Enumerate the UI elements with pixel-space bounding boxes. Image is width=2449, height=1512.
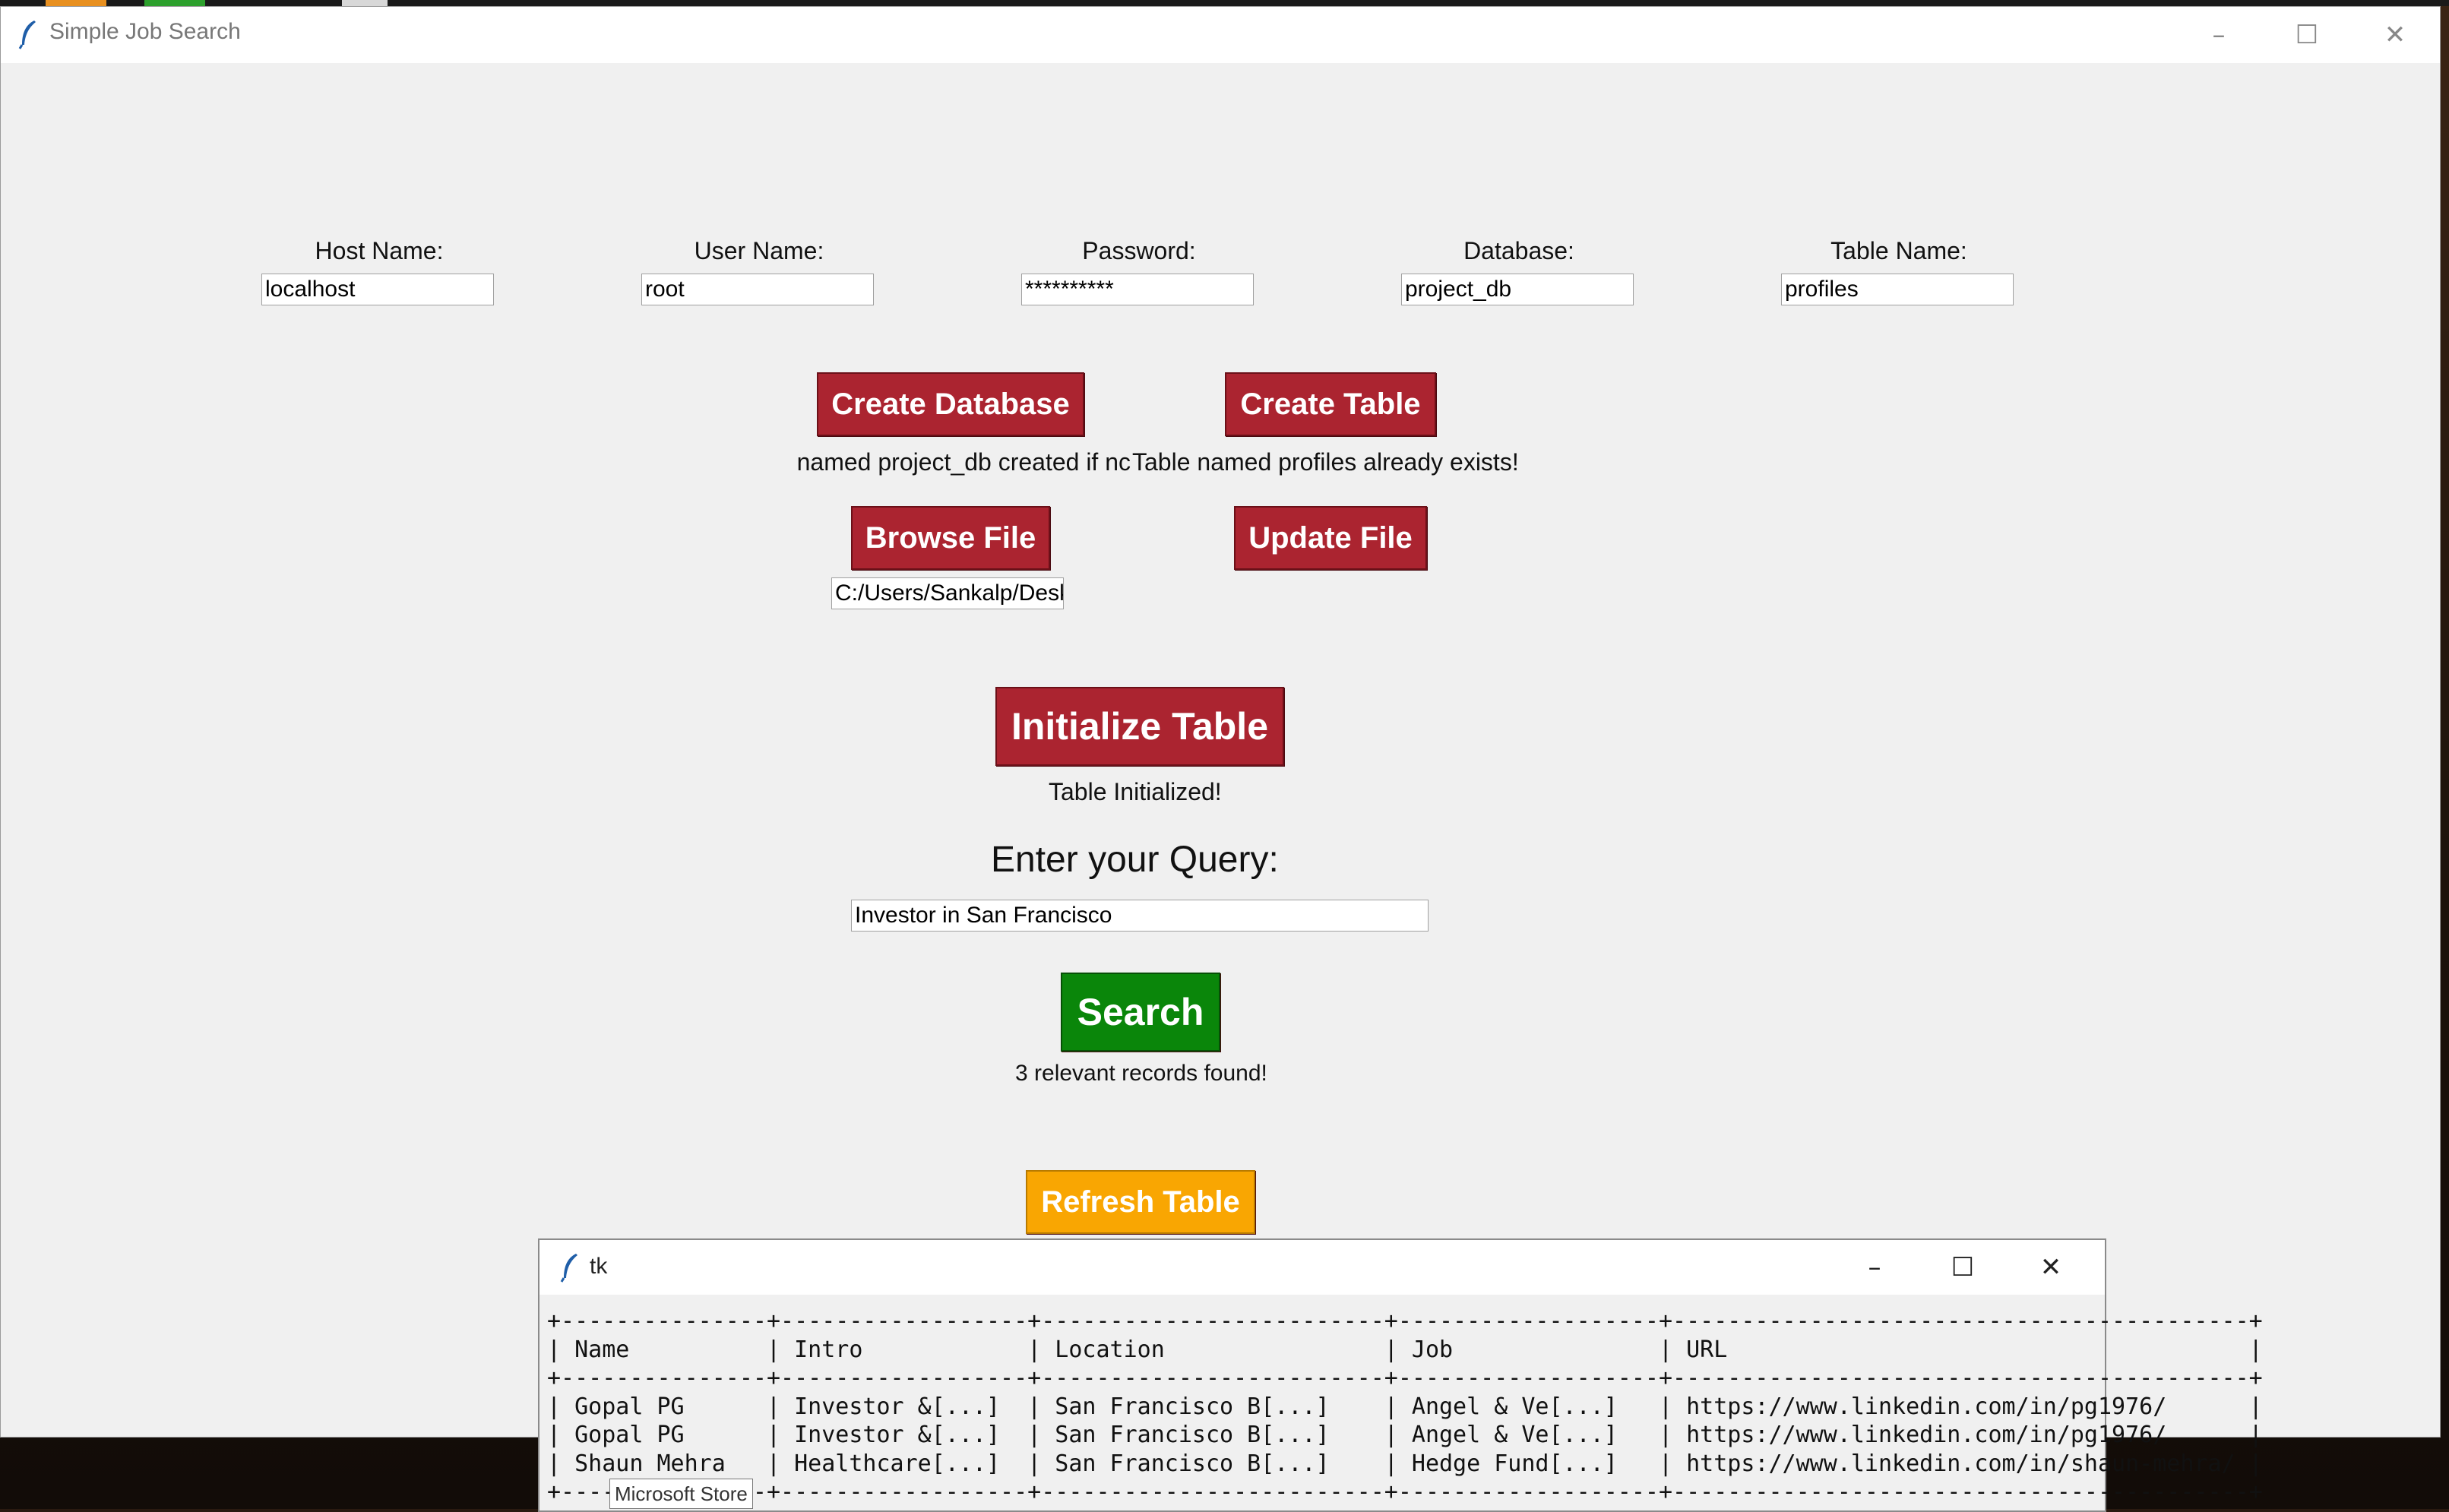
title-bar[interactable]: Simple Job Search – ☐ ✕ [1, 7, 2440, 63]
host-name-field[interactable]: localhost [261, 274, 494, 305]
database-status-text: Database named project_db created if nc [795, 448, 1131, 476]
maximize-icon: ☐ [1951, 1252, 1975, 1283]
table-name-label: Table Name: [1830, 237, 1967, 264]
host-name-label: Host Name: [315, 237, 444, 264]
minimize-icon: – [2212, 20, 2226, 50]
user-name-field[interactable]: root [641, 274, 874, 305]
update-file-button[interactable]: Update File [1234, 506, 1427, 570]
database-label: Database: [1463, 237, 1574, 264]
user-name-label: User Name: [694, 237, 824, 264]
file-path-field[interactable]: C:/Users/Sankalp/Desk [831, 577, 1064, 609]
window-title: Simple Job Search [49, 19, 241, 44]
table-status-text: Table named profiles already exists! [1132, 448, 1519, 476]
feather-icon [18, 21, 36, 49]
query-label: Enter your Query: [991, 840, 1279, 880]
close-icon: ✕ [2039, 1252, 2062, 1283]
taskbar-app-icon[interactable] [342, 0, 388, 6]
create-table-button[interactable]: Create Table [1225, 372, 1436, 436]
refresh-table-button[interactable]: Refresh Table [1026, 1170, 1255, 1234]
password-label: Password: [1082, 237, 1196, 264]
taskbar-app-icon[interactable] [144, 0, 205, 6]
create-database-button[interactable]: Create Database [817, 372, 1084, 436]
search-button[interactable]: Search [1061, 973, 1220, 1052]
results-close-button[interactable]: ✕ [2009, 1240, 2093, 1295]
taskbar-app-icon[interactable] [46, 0, 106, 6]
results-table: +---------------+------------------+----… [547, 1308, 2263, 1505]
search-result-status: 3 relevant records found! [1015, 1061, 1267, 1086]
feather-icon [560, 1254, 577, 1283]
database-status: Database named project_db created if nc [795, 448, 1131, 476]
maximize-button[interactable]: ☐ [2265, 7, 2349, 63]
close-button[interactable]: ✕ [2353, 7, 2437, 63]
database-field[interactable]: project_db [1401, 274, 1634, 305]
table-name-field[interactable]: profiles [1781, 274, 2014, 305]
password-field[interactable]: ********** [1021, 274, 1254, 305]
query-input[interactable]: Investor in San Francisco [851, 900, 1429, 932]
results-minimize-button[interactable]: – [1833, 1240, 1916, 1295]
maximize-icon: ☐ [2295, 20, 2319, 50]
browse-file-button[interactable]: Browse File [851, 506, 1050, 570]
top-taskbar-strip [0, 0, 2449, 6]
minimize-icon: – [1868, 1252, 1881, 1283]
close-icon: ✕ [2384, 20, 2406, 50]
initialize-status: Table Initialized! [1049, 778, 1222, 805]
results-maximize-button[interactable]: ☐ [1921, 1240, 2004, 1295]
initialize-table-button[interactable]: Initialize Table [995, 687, 1284, 766]
minimize-button[interactable]: – [2177, 7, 2261, 63]
tooltip: Microsoft Store [609, 1479, 753, 1509]
results-title-bar[interactable]: tk – ☐ ✕ [539, 1240, 2105, 1295]
results-window-title: tk [590, 1254, 608, 1279]
results-window: tk – ☐ ✕ +---------------+--------------… [538, 1238, 2263, 1512]
